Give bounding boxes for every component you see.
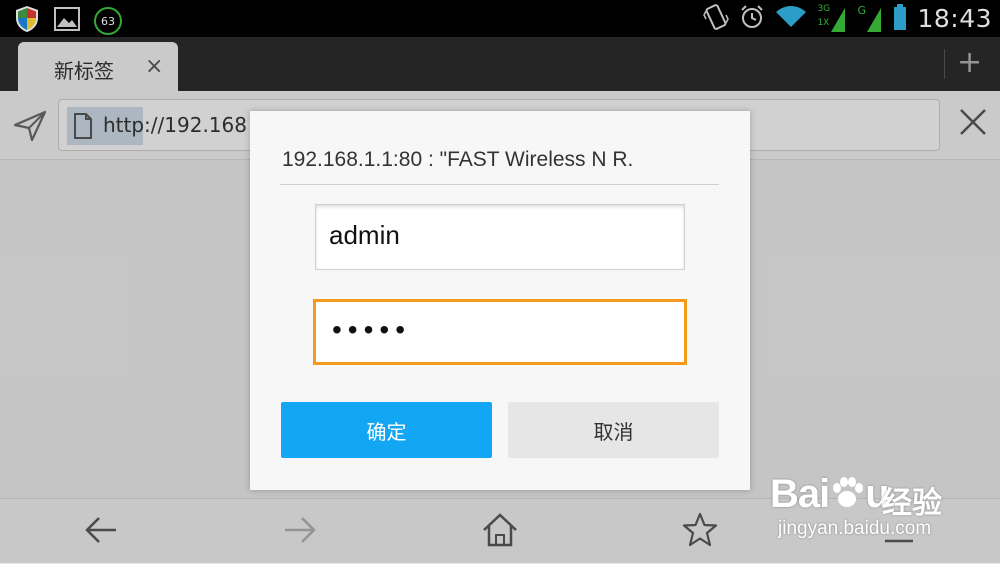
dialog-divider <box>280 184 719 185</box>
auth-dialog: 192.168.1.1:80 : "FAST Wireless N R. adm… <box>250 111 750 490</box>
watermark-brand-latin: Bai u <box>770 472 890 516</box>
password-input[interactable]: ••••• <box>313 299 687 365</box>
username-input[interactable]: admin <box>315 204 685 270</box>
password-value: ••••• <box>332 314 412 345</box>
baidu-watermark: Bai u 经验 jingyan.baidu.com <box>760 452 990 552</box>
paw-icon <box>833 477 864 507</box>
watermark-brand-cn: 经验 <box>882 486 942 521</box>
watermark-url: jingyan.baidu.com <box>778 518 932 539</box>
ok-button[interactable]: 确定 <box>281 402 492 458</box>
username-value: admin <box>329 220 400 250</box>
cancel-button[interactable]: 取消 <box>508 402 719 458</box>
dialog-title: 192.168.1.1:80 : "FAST Wireless N R. <box>282 148 634 171</box>
